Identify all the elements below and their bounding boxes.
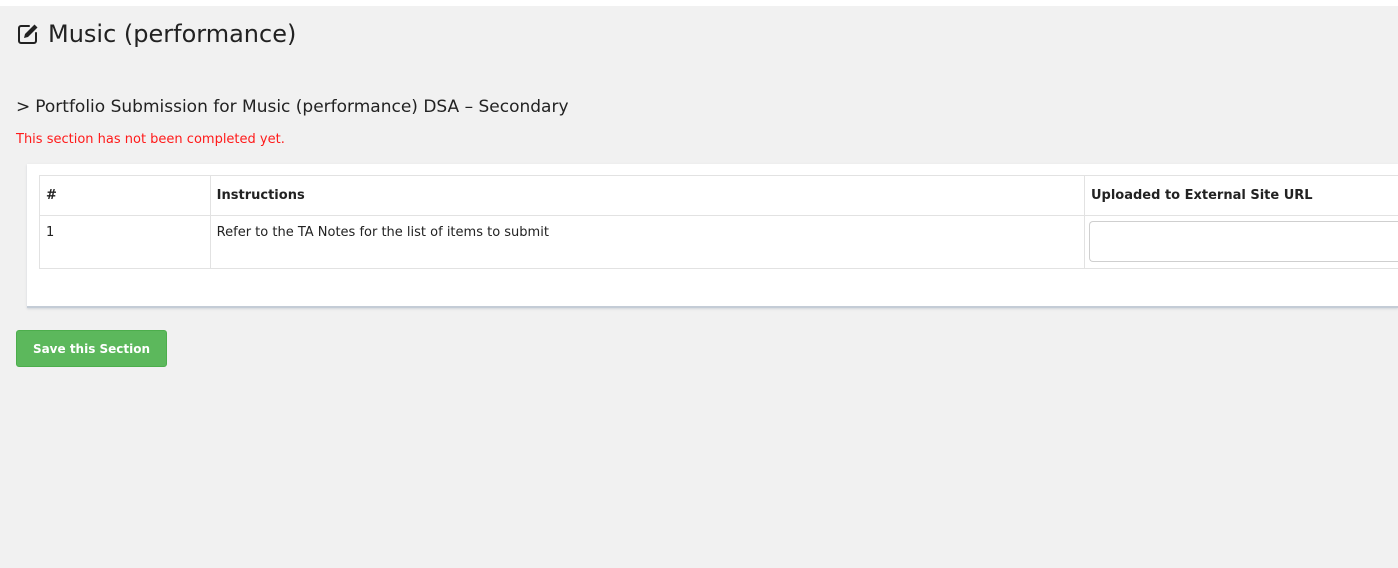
edit-icon bbox=[18, 24, 38, 44]
table-row: 1 Refer to the TA Notes for the list of … bbox=[39, 215, 1398, 269]
section-status-warning: This section has not been completed yet. bbox=[16, 132, 285, 147]
section-heading-text: Portfolio Submission for Music (performa… bbox=[35, 97, 569, 117]
column-header-url: Uploaded to External Site URL bbox=[1083, 175, 1398, 216]
page-background: Music (performance) > Portfolio Submissio… bbox=[0, 6, 1398, 568]
page-title-text: Music (performance) bbox=[48, 20, 297, 48]
submission-panel: # Instructions Uploaded to External Site… bbox=[27, 164, 1398, 308]
table-header-row: # Instructions Uploaded to External Site… bbox=[39, 175, 1398, 216]
column-header-instructions: Instructions bbox=[209, 175, 1085, 216]
submission-table: # Instructions Uploaded to External Site… bbox=[39, 175, 1398, 269]
save-section-button[interactable]: Save this Section bbox=[16, 330, 167, 367]
column-header-number: # bbox=[39, 175, 211, 216]
row-url-cell bbox=[1083, 215, 1398, 269]
row-instructions-cell: Refer to the TA Notes for the list of it… bbox=[209, 215, 1085, 269]
section-heading: > Portfolio Submission for Music (perform… bbox=[16, 95, 569, 119]
external-url-input[interactable] bbox=[1088, 221, 1398, 262]
row-number-cell: 1 bbox=[39, 215, 211, 269]
page-title: Music (performance) bbox=[16, 18, 296, 50]
chevron-right-icon: > bbox=[16, 97, 31, 117]
